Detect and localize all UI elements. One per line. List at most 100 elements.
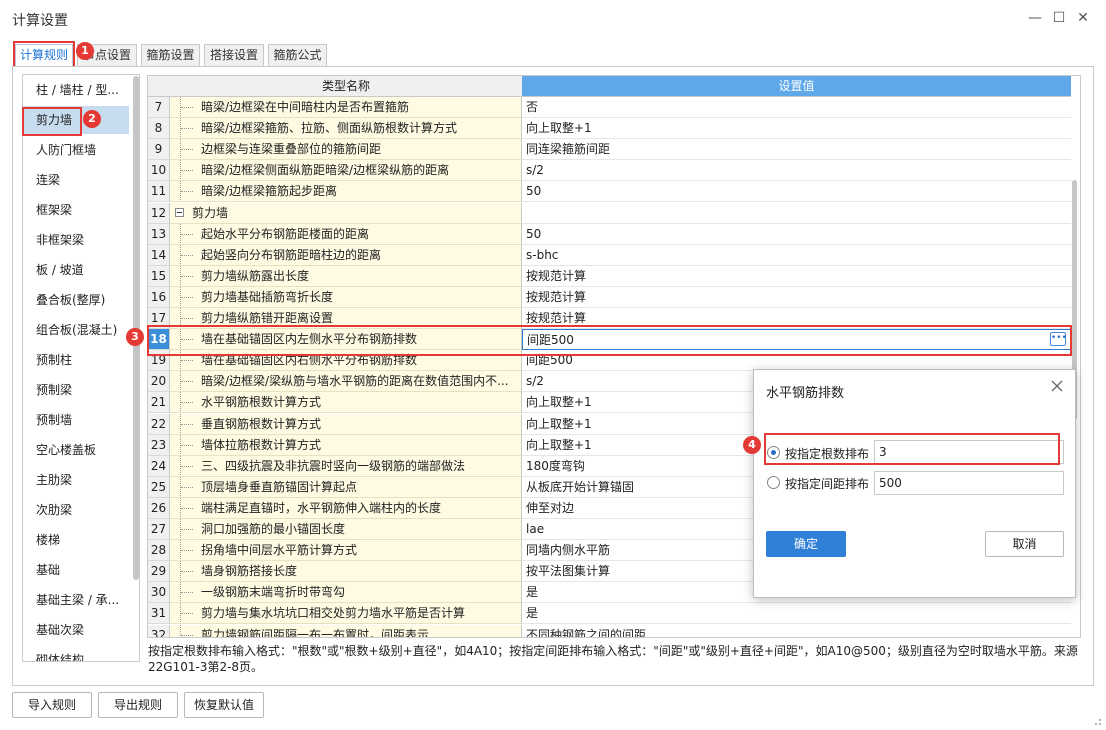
sidebar-item[interactable]: 预制墙: [23, 406, 129, 434]
sidebar-item[interactable]: 叠合板(整厚): [23, 286, 129, 314]
tree-line: [180, 371, 194, 392]
sidebar-item[interactable]: 预制柱: [23, 346, 129, 374]
table-row[interactable]: 17 剪力墙纵筋错开距离设置 按规范计算: [148, 308, 1071, 329]
sidebar-item[interactable]: 基础次梁: [23, 616, 129, 644]
row-name-cell[interactable]: 起始竖向分布钢筋距暗柱边的距离: [170, 244, 522, 266]
row-value-cell[interactable]: s-bhc: [522, 244, 1071, 266]
row-name-cell[interactable]: 剪力墙钢筋间距隔一布一布置时，间距表示: [170, 624, 522, 637]
row-value-cell[interactable]: 否: [522, 97, 1071, 118]
sidebar-item[interactable]: 楼梯: [23, 526, 129, 554]
row-name-cell[interactable]: 剪力墙纵筋露出长度: [170, 265, 522, 287]
row-value-cell[interactable]: 同连梁箍筋间距: [522, 139, 1071, 161]
table-row[interactable]: 32 剪力墙钢筋间距隔一布一布置时，间距表示 不同种钢筋之间的间距: [148, 624, 1071, 637]
row-value-cell[interactable]: 按规范计算: [522, 308, 1071, 329]
tab-stirrup-formula[interactable]: 箍筋公式: [268, 44, 327, 66]
sidebar-item[interactable]: 连梁: [23, 166, 129, 194]
row-name-cell[interactable]: 拐角墙中间层水平筋计算方式: [170, 540, 522, 562]
row-name-cell[interactable]: 起始水平分布钢筋距楼面的距离: [170, 223, 522, 245]
sidebar-item[interactable]: 主肋梁: [23, 466, 129, 494]
tab-lap-settings[interactable]: 搭接设置: [204, 44, 264, 66]
sidebar-item[interactable]: 非框架梁: [23, 226, 129, 254]
table-row[interactable]: 14 起始竖向分布钢筋距暗柱边的距离 s-bhc: [148, 244, 1071, 266]
row-name-cell[interactable]: 墙身钢筋搭接长度: [170, 561, 522, 583]
maximize-icon[interactable]: ☐: [1050, 9, 1068, 27]
count-input[interactable]: 3: [874, 440, 1064, 464]
row-name-cell[interactable]: 水平钢筋根数计算方式: [170, 392, 522, 414]
sidebar-item[interactable]: 空心楼盖板: [23, 436, 129, 464]
sidebar-item[interactable]: 基础: [23, 556, 129, 584]
tree-line: [180, 329, 194, 350]
radio-by-spacing[interactable]: [767, 476, 780, 489]
sidebar-item[interactable]: 基础主梁 / 承...: [23, 586, 129, 614]
table-row[interactable]: 9 边框梁与连梁重叠部位的箍筋间距 同连梁箍筋间距: [148, 139, 1071, 161]
row-name-cell[interactable]: 剪力墙与集水坑坑口相交处剪力墙水平筋是否计算: [170, 603, 522, 625]
sidebar-item[interactable]: 预制梁: [23, 376, 129, 404]
row-number: 12: [148, 202, 170, 224]
table-row[interactable]: 15 剪力墙纵筋露出长度 按规范计算: [148, 265, 1071, 287]
row-value-cell[interactable]: 是: [522, 603, 1071, 625]
sidebar-item[interactable]: 板 / 坡道: [23, 256, 129, 284]
row-name: 剪力墙纵筋错开距离设置: [201, 311, 334, 325]
sidebar-item[interactable]: 人防门框墙: [23, 136, 129, 164]
row-name-cell[interactable]: 剪力墙基础插筋弯折长度: [170, 286, 522, 308]
collapse-icon[interactable]: [175, 207, 184, 217]
row-name-cell[interactable]: 剪力墙: [170, 202, 522, 224]
sidebar-item[interactable]: 砌体结构: [23, 646, 129, 661]
table-row[interactable]: 10 暗梁/边框梁侧面纵筋距暗梁/边框梁纵筋的距离 s/2: [148, 160, 1071, 182]
close-icon[interactable]: ✕: [1074, 9, 1092, 27]
row-number: 9: [148, 139, 170, 161]
row-name-cell[interactable]: 暗梁/边框梁/梁纵筋与墙水平钢筋的距离在数值范围内不...: [170, 371, 522, 393]
row-name-cell[interactable]: 暗梁/边框梁箍筋、拉筋、侧面纵筋根数计算方式: [170, 118, 522, 140]
tab-stirrup-settings[interactable]: 箍筋设置: [141, 44, 200, 66]
table-row[interactable]: 7 暗梁/边框梁在中间暗柱内是否布置箍筋 否: [148, 97, 1071, 118]
table-row[interactable]: 16 剪力墙基础插筋弯折长度 按规范计算: [148, 286, 1071, 308]
sidebar-item[interactable]: 组合板(混凝土): [23, 316, 129, 344]
row-value-cell[interactable]: 间距500 •••: [522, 329, 1071, 351]
row-name-cell[interactable]: 一级钢筋末端弯折时带弯勾: [170, 582, 522, 604]
row-name-cell[interactable]: 墙在基础锚固区内左侧水平分布钢筋排数: [170, 329, 522, 351]
minimize-icon[interactable]: —: [1026, 9, 1044, 27]
row-name-cell[interactable]: 边框梁与连梁重叠部位的箍筋间距: [170, 139, 522, 161]
dialog-close-icon[interactable]: [1051, 380, 1063, 392]
table-row[interactable]: 13 起始水平分布钢筋距楼面的距离 50: [148, 223, 1071, 245]
row-value-cell[interactable]: 50: [522, 223, 1071, 245]
table-row[interactable]: 8 暗梁/边框梁箍筋、拉筋、侧面纵筋根数计算方式 向上取整+1: [148, 118, 1071, 140]
row-name-cell[interactable]: 剪力墙纵筋错开距离设置: [170, 308, 522, 329]
row-name-cell[interactable]: 垂直钢筋根数计算方式: [170, 413, 522, 435]
table-row[interactable]: 11 暗梁/边框梁箍筋起步距离 50: [148, 181, 1071, 203]
row-value-cell[interactable]: 50: [522, 181, 1071, 203]
row-name-cell[interactable]: 三、四级抗震及非抗震时竖向一级钢筋的端部做法: [170, 455, 522, 477]
table-row[interactable]: 31 剪力墙与集水坑坑口相交处剪力墙水平筋是否计算 是: [148, 603, 1071, 625]
export-rules-button[interactable]: 导出规则: [98, 692, 178, 718]
restore-defaults-button[interactable]: 恢复默认值: [184, 692, 264, 718]
row-value-cell[interactable]: 按规范计算: [522, 265, 1071, 287]
row-name-cell[interactable]: 暗梁/边框梁侧面纵筋距暗梁/边框梁纵筋的距离: [170, 160, 522, 182]
cancel-button[interactable]: 取消: [985, 531, 1064, 557]
row-name-cell[interactable]: 墙在基础锚固区内右侧水平分布钢筋排数: [170, 350, 522, 372]
row-number: 22: [148, 413, 170, 435]
tab-calc-rules[interactable]: 计算规则: [15, 44, 73, 67]
table-row[interactable]: 12 剪力墙: [148, 202, 1071, 224]
row-name-cell[interactable]: 墙体拉筋根数计算方式: [170, 434, 522, 456]
row-name-cell[interactable]: 洞口加强筋的最小锚固长度: [170, 519, 522, 540]
import-rules-button[interactable]: 导入规则: [12, 692, 92, 718]
row-name-cell[interactable]: 暗梁/边框梁箍筋起步距离: [170, 181, 522, 203]
row-name-cell[interactable]: 暗梁/边框梁在中间暗柱内是否布置箍筋: [170, 97, 522, 118]
sidebar-item[interactable]: 框架梁: [23, 196, 129, 224]
row-value-cell[interactable]: 不同种钢筋之间的间距: [522, 624, 1071, 637]
row-value-cell[interactable]: 向上取整+1: [522, 118, 1071, 140]
row-value-cell[interactable]: 按规范计算: [522, 286, 1071, 308]
resize-grip-icon[interactable]: [1092, 716, 1102, 726]
ok-button[interactable]: 确定: [766, 531, 846, 557]
row-value-cell[interactable]: s/2: [522, 160, 1071, 182]
row-name-cell[interactable]: 端柱满足直锚时，水平钢筋伸入端柱内的长度: [170, 497, 522, 519]
sidebar-item[interactable]: 次肋梁: [23, 496, 129, 524]
spacing-input[interactable]: 500: [874, 471, 1064, 495]
sidebar-item[interactable]: 柱 / 墙柱 / 型...: [23, 76, 129, 104]
row-value-cell[interactable]: [522, 202, 1071, 224]
table-row[interactable]: 18 墙在基础锚固区内左侧水平分布钢筋排数 间距500 •••: [148, 329, 1071, 351]
row-name-cell[interactable]: 顶层墙身垂直筋锚固计算起点: [170, 476, 522, 498]
more-options-icon[interactable]: •••: [1050, 332, 1067, 347]
radio-by-count[interactable]: [767, 446, 780, 459]
sidebar-item[interactable]: 剪力墙: [23, 106, 129, 134]
